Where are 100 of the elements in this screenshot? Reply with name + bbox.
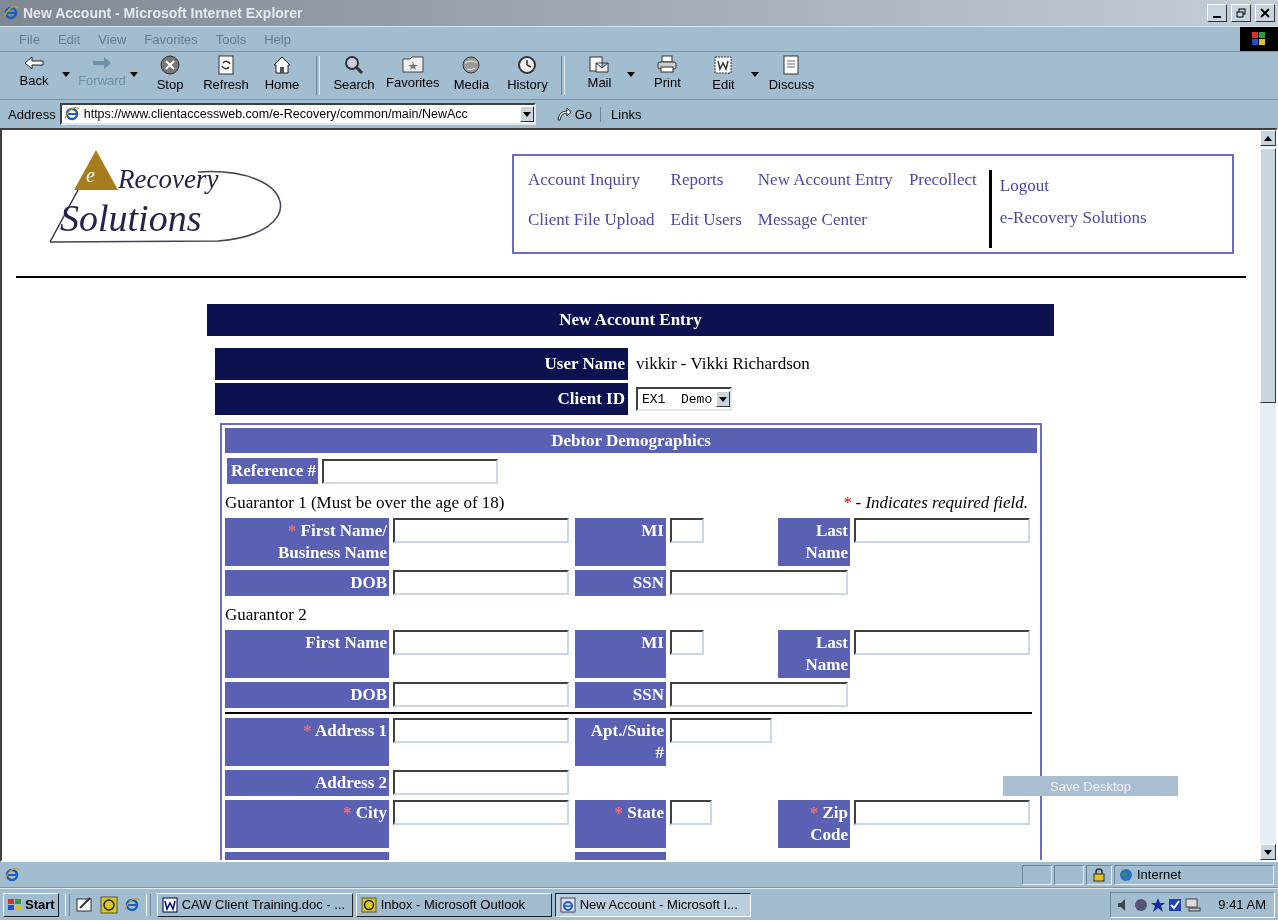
toolbar-button[interactable]: Print	[639, 52, 696, 94]
toolbar-button[interactable]: Media	[443, 52, 500, 96]
taskbar-button[interactable]: New Account - Microsoft I...	[554, 892, 751, 917]
text-field[interactable]	[322, 458, 499, 484]
text-field[interactable]	[670, 800, 712, 825]
dropdown-arrow-icon[interactable]	[751, 72, 760, 77]
toolbar-button[interactable]: History	[499, 52, 556, 96]
nav-link[interactable]: Precollect	[908, 170, 977, 190]
text-field[interactable]	[854, 800, 1030, 825]
desktop-icon[interactable]	[75, 895, 94, 914]
text-field[interactable]	[670, 682, 848, 707]
home-icon	[272, 55, 292, 75]
field-label: * City	[225, 800, 389, 848]
field-label: * Address 1	[225, 718, 389, 766]
browser-e-icon	[559, 896, 576, 913]
toolbar-button[interactable]: Discuss	[763, 52, 820, 96]
nav-link[interactable]: Client File Upload	[528, 210, 655, 230]
toolbar-button[interactable]: Search	[326, 52, 382, 96]
text-field[interactable]	[393, 800, 569, 825]
text-field[interactable]	[670, 630, 704, 655]
form-title: New Account Entry	[207, 304, 1054, 336]
taskbar-button[interactable]: Inbox - Microsoft Outlook	[355, 892, 552, 917]
address-field[interactable]: https://www.clientaccessweb.com/e-Recovery/common/main/NewAcc	[59, 103, 536, 125]
logo-initial: e	[86, 164, 95, 187]
scroll-down-button[interactable]	[1260, 844, 1276, 860]
windows-flag-icon	[1240, 27, 1278, 51]
status-pane	[1022, 864, 1052, 885]
dropdown-arrow-icon	[522, 111, 531, 117]
toolbar-button[interactable]: Home	[254, 52, 310, 96]
nav-link[interactable]: Reports	[670, 170, 742, 190]
nav-link[interactable]: Logout	[999, 176, 1147, 196]
section-header: Debtor Demographics	[225, 428, 1037, 453]
zone-label: Internet	[1137, 867, 1182, 882]
start-button[interactable]: Start	[3, 892, 59, 917]
client-id-select[interactable]: EX1 Demo	[636, 387, 733, 411]
logo-text: Recovery	[118, 164, 219, 195]
logo-text: Solutions	[60, 196, 202, 240]
nav-link[interactable]: Edit Users	[670, 210, 742, 230]
toolbar-button[interactable]: Edit	[695, 52, 752, 96]
scrollbar[interactable]	[1260, 130, 1276, 860]
text-field[interactable]	[393, 570, 569, 595]
nav-link[interactable]: New Account Entry	[757, 170, 893, 190]
text-field[interactable]	[393, 518, 569, 543]
close-button[interactable]	[1255, 4, 1275, 22]
go-button[interactable]: Go	[547, 106, 602, 122]
text-field[interactable]	[670, 718, 772, 743]
star-icon[interactable]	[1151, 897, 1166, 912]
refresh-icon	[217, 55, 235, 75]
restore-button[interactable]	[1231, 4, 1251, 22]
taskbar-button[interactable]: CAW Client Training.doc - ...	[156, 892, 353, 917]
browser-window-icon	[3, 5, 19, 21]
field-label: User Name	[215, 348, 628, 380]
dropdown-button[interactable]	[519, 106, 534, 122]
nav-link[interactable]: Message Center	[757, 210, 893, 230]
field-label: Last Name	[778, 518, 850, 566]
clock: 9:41 AM	[1218, 897, 1266, 912]
clock-icon[interactable]	[99, 895, 118, 914]
text-field[interactable]	[854, 518, 1030, 543]
field-label: SSN	[575, 570, 666, 596]
links-label[interactable]: Links	[605, 106, 642, 122]
field-label: Last Name	[778, 630, 850, 678]
toolbar-button[interactable]: Refresh	[198, 52, 254, 96]
dropdown-arrow-icon	[719, 396, 728, 402]
down-arrow-icon	[1264, 849, 1272, 855]
folder-star-icon	[401, 55, 424, 73]
field-label: SSN	[575, 682, 666, 708]
text-field[interactable]	[393, 718, 569, 743]
dropdown-arrow-icon[interactable]	[62, 72, 70, 77]
scroll-up-button[interactable]	[1260, 130, 1276, 146]
toolbar-button[interactable]: Favorites	[382, 52, 444, 94]
stop-icon	[160, 55, 180, 75]
field-label: * Zip Code	[778, 800, 850, 848]
guarantor-heading: Guarantor 1 (Must be over the age of 18)	[225, 492, 505, 514]
document-icon	[713, 55, 734, 75]
text-field[interactable]	[670, 518, 704, 543]
checkbox-icon[interactable]	[1168, 897, 1183, 912]
toolbar-button[interactable]: Back	[6, 52, 62, 92]
printer-icon	[656, 55, 679, 73]
nav-link[interactable]: Account Inquiry	[528, 170, 655, 190]
forward-arrow-icon	[91, 55, 113, 71]
dropdown-arrow-icon[interactable]	[627, 72, 636, 77]
text-field[interactable]	[393, 682, 569, 707]
scroll-thumb[interactable]	[1260, 148, 1276, 403]
toolbar-button[interactable]: Mail	[571, 52, 628, 94]
field-label: Client ID	[215, 383, 628, 415]
go-arrow-icon	[555, 107, 572, 121]
minimize-button[interactable]	[1207, 4, 1227, 22]
text-field[interactable]	[393, 770, 569, 795]
nav-link[interactable]: e-Recovery Solutions	[999, 208, 1147, 228]
field-label: First Name	[225, 630, 389, 678]
up-arrow-icon	[1264, 135, 1272, 141]
text-field[interactable]	[670, 570, 848, 595]
clock-icon	[517, 55, 538, 75]
toolbar-button[interactable]: Stop	[142, 52, 198, 96]
page-icon	[4, 866, 20, 883]
back-arrow-icon	[23, 55, 45, 71]
text-field[interactable]	[854, 630, 1030, 655]
field-label: MI	[575, 518, 666, 566]
computer-icon[interactable]	[1185, 897, 1202, 912]
text-field[interactable]	[393, 630, 569, 655]
